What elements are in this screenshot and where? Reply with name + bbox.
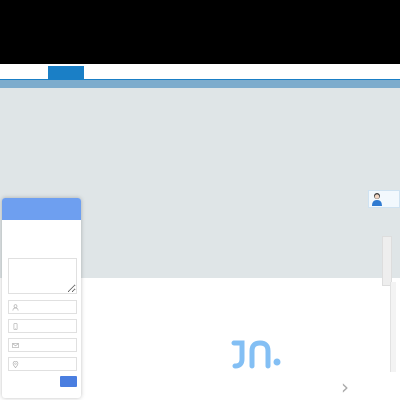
top-header [0, 0, 400, 64]
message-widget-title [8, 204, 48, 214]
nav-item-home[interactable] [48, 66, 84, 80]
user-icon [12, 304, 19, 311]
address-field-placeholder [21, 360, 75, 369]
carousel-next-icon[interactable]: › [340, 376, 350, 398]
message-intro [8, 225, 76, 255]
site-watermark [228, 335, 388, 395]
nav-item-services[interactable] [313, 66, 349, 80]
phone-field-placeholder [21, 322, 75, 331]
name-field-placeholder [21, 303, 75, 312]
message-widget-header [2, 198, 81, 220]
service-hotline [316, 37, 398, 49]
mail-icon [12, 343, 19, 348]
nav-item-company-news[interactable] [237, 66, 273, 80]
side-scroll-rail [390, 282, 396, 372]
nav-item-applications[interactable] [123, 66, 159, 80]
minimize-icon[interactable] [71, 204, 77, 214]
submit-button[interactable] [60, 376, 77, 387]
sales-hotline [316, 24, 398, 36]
watermark-slogan [238, 376, 378, 386]
agent-avatar-icon [372, 193, 382, 206]
side-service-tab[interactable] [382, 236, 392, 286]
watermark-title [280, 341, 390, 365]
online-service-label [383, 194, 400, 204]
nav-item-specs[interactable] [275, 66, 311, 80]
watermark-logo-icon [231, 340, 281, 369]
welcome-text [51, 7, 191, 18]
nav-accent-bar [0, 80, 400, 88]
address-field[interactable] [8, 357, 77, 371]
email-field[interactable] [8, 338, 77, 352]
message-textarea[interactable] [8, 258, 77, 294]
online-service-button[interactable] [368, 190, 400, 208]
phone-icon [13, 323, 18, 330]
name-field[interactable] [8, 300, 77, 314]
phone-field[interactable] [8, 319, 77, 333]
location-icon [12, 361, 19, 368]
main-nav [0, 66, 400, 80]
email-field-placeholder [21, 341, 75, 350]
nav-item-industry-news[interactable] [199, 66, 235, 80]
nav-item-about[interactable] [161, 66, 197, 80]
nav-item-products[interactable] [84, 66, 120, 80]
message-widget [2, 198, 81, 398]
